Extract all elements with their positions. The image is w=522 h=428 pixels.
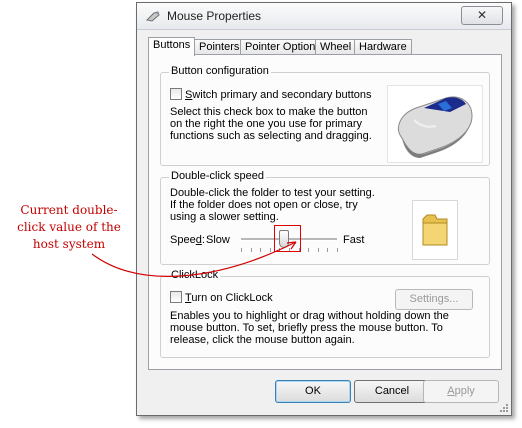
switch-buttons-option[interactable]: Switch primary and secondary buttons — [170, 88, 372, 101]
clicklock-option[interactable]: Turn on ClickLock — [170, 291, 273, 304]
test-folder[interactable] — [412, 200, 458, 260]
double-click-description: Double-click the folder to test your set… — [170, 187, 375, 223]
slider-tick — [251, 248, 252, 252]
window-title: Mouse Properties — [167, 9, 262, 23]
tab-wheel[interactable]: Wheel — [315, 39, 357, 55]
slider-tick — [337, 248, 338, 252]
switch-buttons-checkbox[interactable] — [170, 88, 182, 100]
mouse-properties-window: Mouse Properties ✕ Buttons Pointers Poin… — [136, 2, 512, 416]
slider-tick — [270, 248, 271, 252]
clicklock-group: ClickLock Turn on ClickLock Settings... … — [160, 269, 490, 358]
ok-button[interactable]: OK — [275, 380, 351, 403]
tab-pointers[interactable]: Pointers — [194, 39, 245, 55]
tab-pointer-options[interactable]: Pointer Options — [240, 39, 326, 55]
slider-tick — [260, 248, 261, 252]
annotation-text: Current double-click value of the host s… — [17, 203, 121, 251]
close-button[interactable]: ✕ — [461, 6, 503, 25]
button-configuration-label: Button configuration — [169, 65, 271, 77]
clicklock-checkbox[interactable] — [170, 291, 182, 303]
mouse-image — [387, 85, 483, 163]
fast-label: Fast — [343, 234, 365, 246]
tab-buttons[interactable]: Buttons — [148, 37, 196, 56]
apply-button[interactable]: Apply — [423, 380, 499, 403]
clicklock-description: Enables you to highlight or drag without… — [170, 310, 449, 346]
button-configuration-group: Button configuration Switch primary and … — [160, 65, 490, 166]
mouse-icon — [145, 11, 160, 22]
switch-buttons-label: witch primary and secondary buttons — [192, 89, 372, 101]
tab-hardware[interactable]: Hardware — [354, 39, 412, 55]
clicklock-checkbox-label: urn on ClickLock — [191, 292, 273, 304]
slider-tick — [327, 248, 328, 252]
double-click-speed-group: Double-click speed Double-click the fold… — [160, 170, 490, 265]
slow-label: Slow — [206, 234, 230, 246]
folder-icon — [422, 214, 448, 246]
annotation-highlight-box — [274, 225, 301, 252]
resize-grip-icon[interactable] — [499, 403, 509, 413]
slider-tick — [308, 248, 309, 252]
slider-tick — [318, 248, 319, 252]
title-bar[interactable]: Mouse Properties ✕ — [137, 3, 511, 30]
buttons-tab-panel: Button configuration Switch primary and … — [148, 54, 502, 370]
cancel-button[interactable]: Cancel — [354, 380, 430, 403]
slider-tick — [241, 248, 242, 252]
clicklock-label: ClickLock — [169, 269, 221, 281]
speed-label: Speed: — [170, 234, 205, 246]
button-config-description: Select this check box to make the button… — [170, 106, 372, 142]
double-click-speed-label: Double-click speed — [169, 170, 266, 182]
clicklock-settings-button[interactable]: Settings... — [395, 289, 473, 310]
close-icon: ✕ — [476, 8, 488, 22]
